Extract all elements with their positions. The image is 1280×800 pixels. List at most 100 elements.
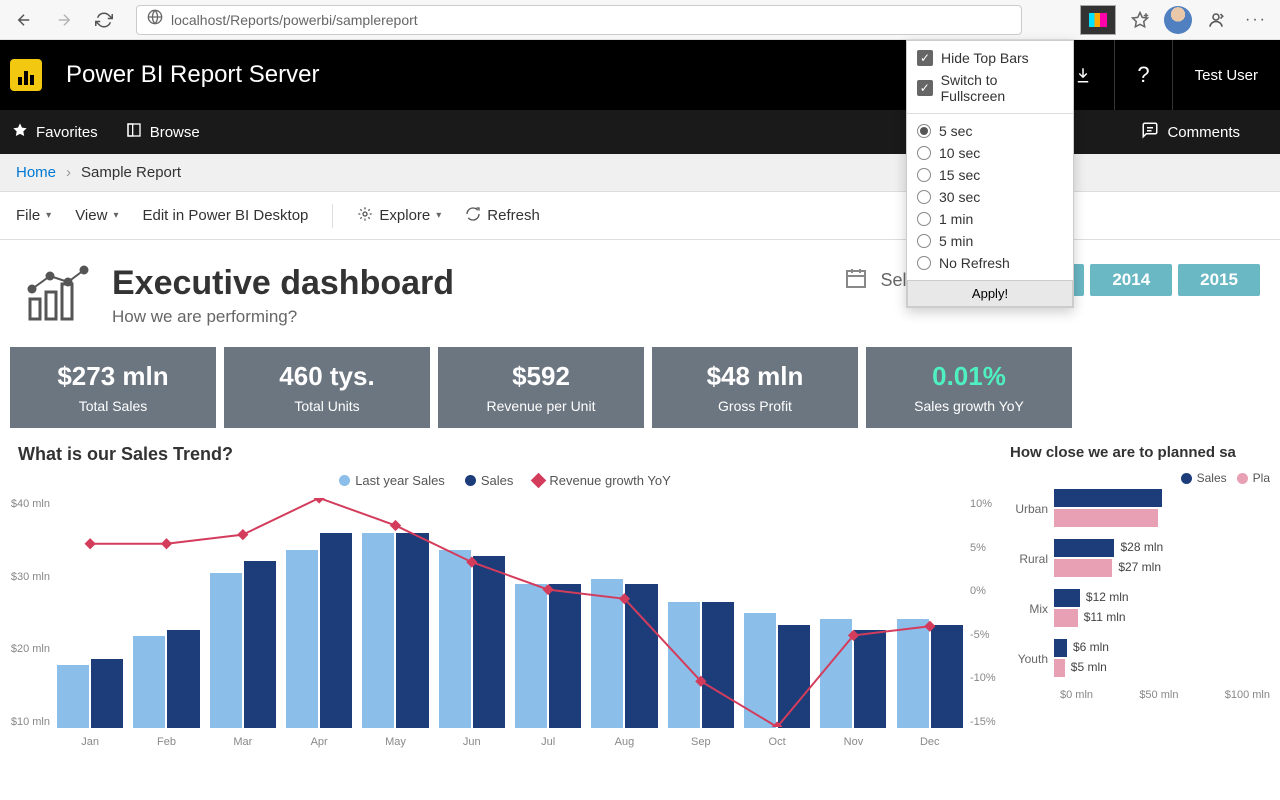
radio-icon	[917, 212, 931, 226]
refresh-report-button[interactable]: Refresh	[465, 206, 540, 226]
radio-option[interactable]: 1 min	[917, 208, 1063, 230]
radio-option[interactable]: 15 sec	[917, 164, 1063, 186]
refresh-icon	[465, 206, 481, 226]
bar-group[interactable]	[739, 498, 815, 728]
kpi-value: $592	[442, 361, 640, 392]
extension-icon	[1089, 13, 1107, 27]
bar-group[interactable]	[434, 498, 510, 728]
planned-sales-title: How close we are to planned sa	[1010, 444, 1270, 461]
favorites-nav[interactable]: Favorites	[12, 122, 98, 142]
browse-nav[interactable]: Browse	[126, 122, 200, 142]
edit-desktop-button[interactable]: Edit in Power BI Desktop	[142, 207, 308, 224]
bar-last-year	[57, 665, 89, 728]
bar-group[interactable]	[663, 498, 739, 728]
bar-group[interactable]	[892, 498, 968, 728]
bar-group[interactable]	[281, 498, 357, 728]
radio-option[interactable]: 10 sec	[917, 142, 1063, 164]
hbar-category: Urban	[1010, 502, 1054, 516]
favorite-star-button[interactable]	[1124, 4, 1156, 36]
kpi-card[interactable]: $592 Revenue per Unit	[438, 347, 644, 428]
kpi-card[interactable]: $273 mlnTotal Sales	[10, 347, 216, 428]
address-bar[interactable]: localhost/Reports/powerbi/samplereport	[136, 5, 1022, 35]
radio-option[interactable]: 30 sec	[917, 186, 1063, 208]
bar-sales	[91, 659, 123, 728]
hbar-sales: $6 mln	[1054, 639, 1067, 657]
kpi-value: 460 tys.	[228, 361, 426, 392]
bar-last-year	[591, 579, 623, 729]
bar-last-year	[897, 619, 929, 728]
browse-icon	[126, 122, 142, 142]
radio-icon	[917, 234, 931, 248]
bar-sales	[320, 533, 352, 729]
help-button[interactable]: ?	[1114, 40, 1171, 110]
year-button[interactable]: 2015	[1178, 264, 1260, 296]
kpi-label: Gross Profit	[656, 398, 854, 414]
year-button[interactable]: 2014	[1090, 264, 1172, 296]
sales-trend-chart[interactable]: $40 mln$30 mln$20 mln$10 mln 10%5%0%-5%-…	[52, 498, 968, 748]
kpi-card[interactable]: 0.01% Sales growth YoY	[866, 347, 1072, 428]
comments-nav[interactable]: Comments	[1141, 121, 1240, 143]
star-icon	[12, 122, 28, 142]
divider	[332, 204, 333, 228]
bar-group[interactable]	[52, 498, 128, 728]
bar-group[interactable]	[128, 498, 204, 728]
hbar-row[interactable]: Youth $6 mln $5 mln	[1010, 639, 1270, 679]
bar-group[interactable]	[586, 498, 662, 728]
radio-icon	[917, 124, 931, 138]
globe-icon	[147, 9, 163, 30]
kpi-label: Revenue per Unit	[442, 398, 640, 414]
explore-menu[interactable]: Explore▾	[357, 206, 441, 226]
kpi-card[interactable]: $48 mlnGross Profit	[652, 347, 858, 428]
radio-option[interactable]: No Refresh	[917, 252, 1063, 274]
sales-trend-title: What is our Sales Trend?	[18, 444, 1000, 465]
bar-group[interactable]	[510, 498, 586, 728]
radio-option[interactable]: 5 sec	[917, 120, 1063, 142]
person-icon[interactable]	[1200, 4, 1232, 36]
forward-button[interactable]	[48, 4, 80, 36]
breadcrumb-home[interactable]: Home	[16, 164, 56, 181]
bar-last-year	[286, 550, 318, 728]
kpi-label: Total Sales	[14, 398, 212, 414]
bar-group[interactable]	[815, 498, 891, 728]
app-header: Power BI Report Server ? Test User	[0, 40, 1280, 110]
file-menu[interactable]: File▾	[16, 207, 51, 224]
chevron-down-icon: ▾	[113, 210, 118, 221]
legend-swatch	[465, 475, 476, 486]
bar-last-year	[210, 573, 242, 728]
kpi-value: 0.01%	[870, 361, 1068, 392]
report-canvas: Executive dashboard How we are performin…	[0, 240, 1280, 800]
kpi-card[interactable]: 460 tys.Total Units	[224, 347, 430, 428]
kpi-label: Sales growth YoY	[870, 398, 1068, 414]
hbar-row[interactable]: Rural $28 mln $27 mln	[1010, 539, 1270, 579]
bar-sales	[625, 584, 657, 728]
explore-icon	[357, 206, 373, 226]
bar-last-year	[362, 533, 394, 729]
refresh-button[interactable]	[88, 4, 120, 36]
bar-sales	[854, 630, 886, 728]
radio-option[interactable]: 5 min	[917, 230, 1063, 252]
apply-button[interactable]: Apply!	[907, 280, 1073, 307]
profile-avatar[interactable]	[1164, 6, 1192, 34]
dashboard-subtitle: How we are performing?	[112, 307, 454, 327]
bar-group[interactable]	[357, 498, 433, 728]
chevron-right-icon: ›	[66, 164, 71, 181]
hbar-plan: $11 mln	[1054, 609, 1078, 627]
bar-sales	[778, 625, 810, 729]
planned-sales-chart[interactable]: Urban Rural $28 mln $27 mln Mix $12 mln …	[1010, 489, 1270, 679]
more-button[interactable]: ···	[1240, 4, 1272, 36]
view-menu[interactable]: View▾	[75, 207, 118, 224]
chevron-down-icon: ▾	[436, 210, 441, 221]
secondary-nav: Favorites Browse Comments	[0, 110, 1280, 154]
bar-sales	[931, 625, 963, 729]
extension-icon-button[interactable]	[1080, 5, 1116, 35]
checkbox-option[interactable]: ✓Hide Top Bars	[917, 47, 1063, 69]
chart-legend: Last year Sales Sales Revenue growth YoY	[10, 473, 1000, 488]
bar-group[interactable]	[205, 498, 281, 728]
checkbox-option[interactable]: ✓Switch to Fullscreen	[917, 69, 1063, 107]
user-label[interactable]: Test User	[1172, 40, 1280, 110]
back-button[interactable]	[8, 4, 40, 36]
hbar-row[interactable]: Urban	[1010, 489, 1270, 529]
checkbox-icon: ✓	[917, 80, 933, 96]
hbar-plan: $5 mln	[1054, 659, 1065, 677]
hbar-row[interactable]: Mix $12 mln $11 mln	[1010, 589, 1270, 629]
